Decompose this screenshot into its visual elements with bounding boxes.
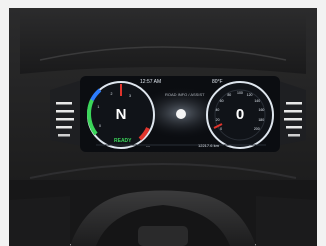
center-light-dot [176,109,186,119]
assist-message: ROAD INFO / ASSIST [165,92,205,97]
speed-scale-label-3: 60 [219,99,224,104]
speed-scale-label-0: 0 [220,127,223,132]
cluster-hood [20,14,306,74]
gear-indicator: N [115,106,127,123]
speed-scale-label-4: 80 [227,93,232,98]
temperature-readout: 80°F [212,79,223,85]
power-scale-label-3: 3 [129,93,131,98]
left-side-lights [50,80,82,146]
speed-readout: 0 [235,106,245,123]
power-scale-label-1: 1 [97,105,100,110]
power-scale-label-2: 2 [110,92,113,97]
speed-scale-label-7: 140 [254,99,261,104]
clock-readout: 12:57 AM [140,79,162,85]
speed-scale-label-6: 120 [246,93,253,98]
speed-scale-label-5: 100 [237,91,243,95]
speed-scale-label-2: 40 [215,108,220,113]
car-interior-photo [0,0,326,246]
ready-indicator: READY [114,138,132,144]
speed-scale-label-9: 180 [258,118,265,123]
right-side-lights [276,80,306,146]
speed-scale-label-8: 160 [258,108,265,113]
power-scale-label-0: 0 [98,124,101,128]
wheel-hub [138,226,188,246]
left-info-readout: --- [146,143,150,148]
speed-scale-label-10: 200 [253,127,260,132]
odometer-readout: 12217.6 km [198,143,219,148]
speed-scale-label-1: 20 [215,118,220,123]
